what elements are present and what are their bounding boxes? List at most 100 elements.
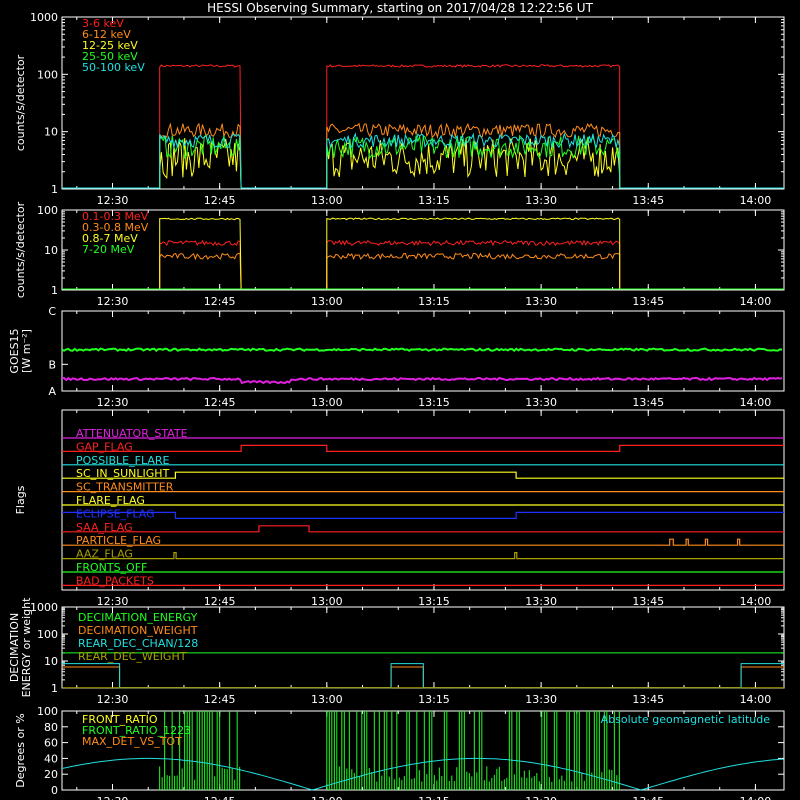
- decimation-time-label: 12:45: [204, 693, 236, 706]
- flag-label-9: AAZ_FLAG: [76, 548, 133, 561]
- countrate-low-time-label: 13:00: [311, 194, 343, 207]
- goes-line-1: [61, 376, 783, 385]
- legend-decimation-0: DECIMATION_ENERGY: [78, 611, 198, 624]
- flag-line-9: [62, 552, 784, 560]
- countrate-low-ytick-label: 1000: [30, 11, 58, 24]
- legend-countrate-low-4: 50-100 keV: [82, 61, 145, 74]
- flag-label-0: ATTENUATOR_STATE: [76, 427, 188, 440]
- flag-label-5: FLARE_FLAG: [76, 494, 145, 507]
- goes-line-0: [61, 347, 783, 353]
- legend-decimation-3: REAR_DEC_WEIGHT: [78, 650, 187, 663]
- countrate-low-time-label: 14:00: [740, 194, 772, 207]
- ratios-time-label: 12:45: [204, 795, 236, 800]
- countrate-low-time-label: 13:30: [525, 194, 557, 207]
- decimation-line-2: [62, 663, 784, 689]
- decimation-ytick-label: 10: [44, 655, 58, 668]
- ratios-time-label: 14:00: [740, 795, 772, 800]
- flag-line-1: [62, 444, 784, 452]
- ratios-ytick-label: 40: [44, 752, 58, 765]
- flag-label-1: GAP_FLAG: [76, 440, 133, 453]
- countrate-low-ylabel: counts/s/detector: [14, 54, 27, 151]
- legend-ratio-2: MAX_DET_VS_TOT: [82, 735, 182, 748]
- countrate-high-ytick-label: 1: [51, 284, 58, 297]
- flags-time-label: 12:30: [97, 595, 129, 608]
- countrate-low-ytick-label: 1: [51, 183, 58, 196]
- legend-decimation-1: DECIMATION_WEIGHT: [78, 624, 198, 637]
- ratios-time-label: 13:45: [632, 795, 664, 800]
- series-line-2: [62, 137, 784, 189]
- ratios-ytick-label: 20: [44, 768, 58, 781]
- flag-line-3: [62, 471, 784, 479]
- countrate-low-time-label: 12:45: [204, 194, 236, 207]
- decimation-ytick-label: 1000: [30, 601, 58, 614]
- flag-label-7: SAA_FLAG: [76, 521, 133, 534]
- countrate-high-time-label: 14:00: [740, 295, 772, 308]
- ratios-time-label: 13:00: [311, 795, 343, 800]
- flag-label-8: PARTICLE_FLAG: [76, 534, 161, 547]
- hessi-summary-figure: HESSI Observing Summary, starting on 201…: [0, 0, 800, 800]
- goes-ytick-label: C: [48, 305, 56, 318]
- ratios-ylabel: Degrees or %: [14, 713, 27, 787]
- flags-time-label: 13:30: [525, 595, 557, 608]
- flag-line-6: [62, 511, 784, 519]
- goes-ytick-label: B: [48, 358, 56, 371]
- flags-time-label: 14:00: [740, 595, 772, 608]
- countrate-low-ytick-label: 10: [44, 126, 58, 139]
- countrate-low-time-label: 13:15: [418, 194, 450, 207]
- flag-label-3: SC_IN_SUNLIGHT: [76, 467, 170, 480]
- countrate-high-time-label: 12:45: [204, 295, 236, 308]
- series-line-1: [62, 252, 784, 290]
- goes-time-label: 12:30: [97, 396, 129, 409]
- goes-time-label: 13:45: [632, 396, 664, 409]
- goes-time-label: 12:45: [204, 396, 236, 409]
- flags-ylabel: Flags: [14, 485, 27, 514]
- plot-canvas: 12:30 12:45 13:00 13:15 13:30 13:45 14:00 count…: [8, 11, 785, 800]
- ratios-ytick-label: 100: [37, 705, 58, 718]
- goes-time-label: 14:00: [740, 396, 772, 409]
- goes-time-label: 13:30: [525, 396, 557, 409]
- flag-line-8: [62, 538, 784, 546]
- decimation-time-label: 14:00: [740, 693, 772, 706]
- flag-label-6: ECLIPSE_FLAG: [76, 507, 155, 520]
- legend-decimation-2: REAR_DEC_CHAN/128: [78, 637, 198, 650]
- flags-time-label: 13:45: [632, 595, 664, 608]
- flag-label-4: SC_TRANSMITTER: [76, 481, 174, 494]
- countrate-low-ytick-label: 100: [37, 68, 58, 81]
- latitude-line: [61, 757, 784, 791]
- countrate-high-ytick-label: 10: [44, 244, 58, 257]
- flags-time-label: 13:00: [311, 595, 343, 608]
- goes-ytick-label: A: [48, 385, 56, 398]
- goes-ylabel2: [W m⁻²]: [20, 329, 33, 373]
- flag-label-2: POSSIBLE_FLARE: [76, 454, 170, 467]
- countrate-high-time-label: 13:00: [311, 295, 343, 308]
- flag-label-10: FRONTS_OFF: [76, 561, 147, 574]
- decimation-time-label: 13:00: [311, 693, 343, 706]
- ratios-time-label: 13:15: [418, 795, 450, 800]
- ratios-ytick-label: 0: [51, 784, 58, 797]
- ratios-ytick-label: 60: [44, 737, 58, 750]
- countrate-high-time-label: 12:30: [97, 295, 129, 308]
- countrate-high-time-label: 13:30: [525, 295, 557, 308]
- countrate-high-ylabel: counts/s/detector: [14, 201, 27, 298]
- decimation-ytick-label: 1: [51, 682, 58, 695]
- flags-time-label: 12:45: [204, 595, 236, 608]
- countrate-low-frame: [61, 16, 785, 190]
- decimation-time-label: 12:30: [97, 693, 129, 706]
- legend-countrate-high-3: 7-20 MeV: [82, 243, 135, 256]
- flag-label-11: BAD_PACKETS: [76, 574, 154, 587]
- countrate-high-frame: [61, 209, 785, 291]
- decimation-time-label: 13:15: [418, 693, 450, 706]
- series-line-0: [62, 239, 784, 290]
- ratios-ytick-label: 80: [44, 721, 58, 734]
- ratios-time-label: 12:30: [97, 795, 129, 800]
- goes-time-label: 13:15: [418, 396, 450, 409]
- countrate-low-time-label: 13:45: [632, 194, 664, 207]
- countrate-low-time-label: 12:30: [97, 194, 129, 207]
- flags-time-label: 13:15: [418, 595, 450, 608]
- countrate-high-ytick-label: 100: [37, 204, 58, 217]
- countrate-high-time-label: 13:45: [632, 295, 664, 308]
- countrate-high-time-label: 13:15: [418, 295, 450, 308]
- goes-time-label: 13:00: [311, 396, 343, 409]
- ratios-time-label: 13:30: [525, 795, 557, 800]
- flag-line-7: [62, 525, 784, 533]
